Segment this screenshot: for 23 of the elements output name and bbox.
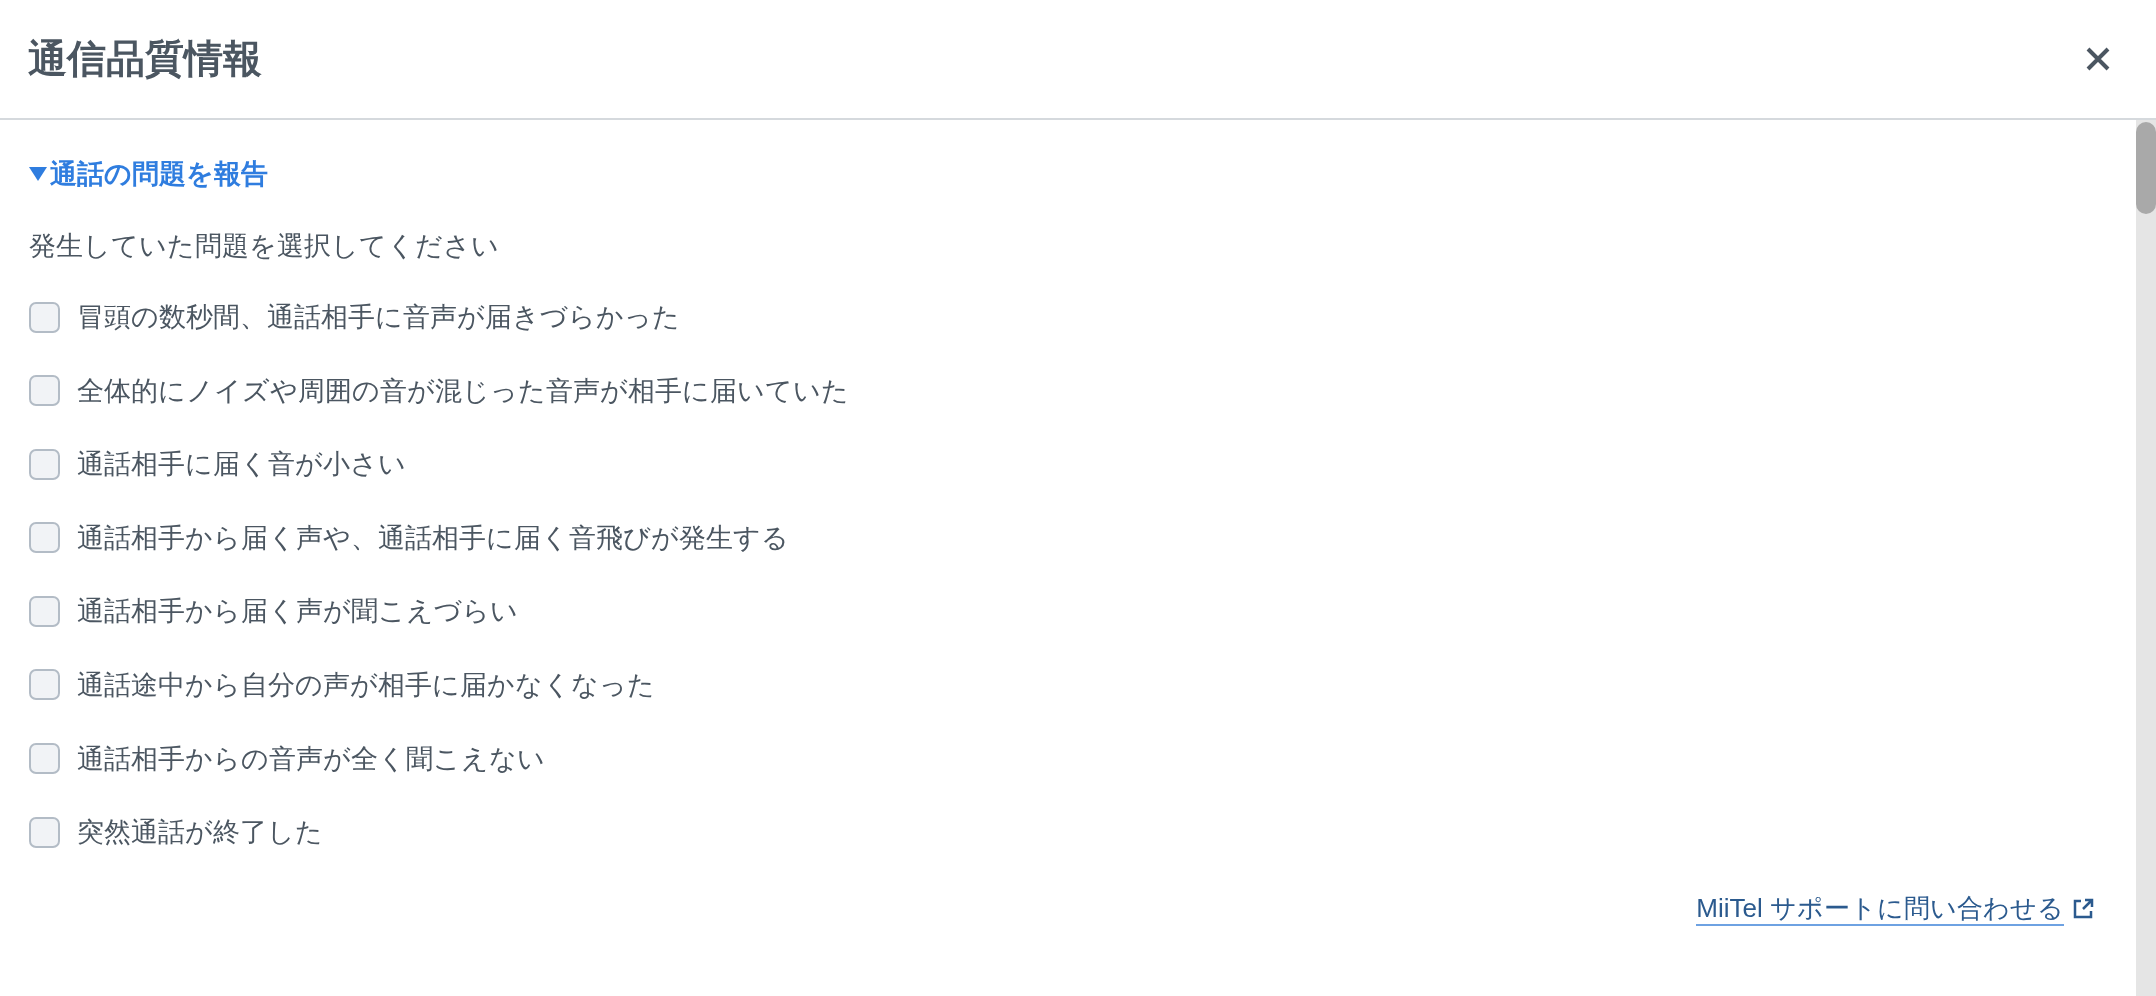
close-icon[interactable]: [2086, 47, 2110, 71]
scrollbar-thumb[interactable]: [2136, 122, 2156, 214]
checkbox[interactable]: [29, 301, 60, 333]
checkbox[interactable]: [29, 669, 60, 701]
option-label: 通話相手からの音声が全く聞こえない: [77, 742, 545, 775]
checkbox[interactable]: [29, 816, 60, 848]
checkbox[interactable]: [29, 522, 60, 554]
option-label: 通話相手から届く声や、通話相手に届く音飛びが発生する: [77, 521, 789, 554]
support-link[interactable]: MiiTel サポートに問い合わせる: [1696, 892, 2064, 927]
report-toggle[interactable]: 通話の問題を報告: [29, 158, 268, 190]
external-link-icon: [2072, 898, 2094, 921]
option-label: 通話相手に届く音が小さい: [77, 448, 406, 481]
option-label: 通話途中から自分の声が相手に届かなくなった: [77, 668, 655, 701]
option-label: 通話相手から届く声が聞こえづらい: [77, 595, 518, 628]
checkbox[interactable]: [29, 448, 60, 480]
option-label: 全体的にノイズや周囲の音が混じった音声が相手に届いていた: [77, 374, 849, 407]
option-label: 突然通話が終了した: [77, 816, 323, 849]
instruction-text: 発生していた問題を選択してください: [29, 230, 500, 262]
checkbox[interactable]: [29, 595, 60, 627]
checkbox[interactable]: [29, 375, 60, 407]
checkbox[interactable]: [29, 743, 60, 775]
dialog-title: 通信品質情報: [28, 36, 262, 82]
option-label: 冒頭の数秒間、通話相手に音声が届きづらかった: [77, 301, 680, 333]
